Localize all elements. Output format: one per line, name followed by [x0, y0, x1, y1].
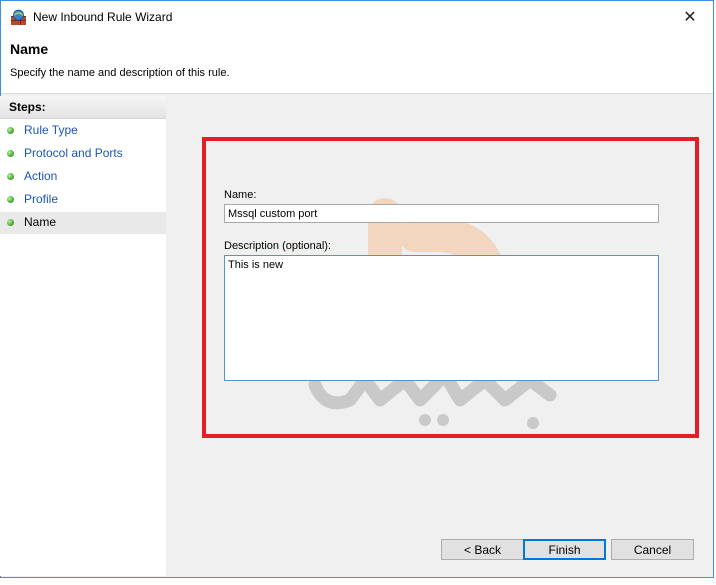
step-label: Protocol and Ports: [24, 146, 123, 160]
close-icon: ✕: [683, 9, 697, 26]
step-label: Profile: [24, 192, 59, 206]
green-dot-icon: [7, 173, 14, 180]
name-field-label: Name:: [224, 189, 257, 201]
green-dot-icon: [7, 219, 14, 226]
page-subtitle: Specify the name and description of this…: [10, 67, 230, 79]
name-input[interactable]: [224, 204, 659, 223]
step-protocol-and-ports[interactable]: Protocol and Ports: [0, 143, 166, 165]
step-name[interactable]: Name: [0, 212, 166, 234]
close-button[interactable]: ✕: [667, 1, 713, 33]
step-label: Name: [24, 215, 57, 229]
green-dot-icon: [7, 196, 14, 203]
step-rule-type[interactable]: Rule Type: [0, 120, 166, 142]
steps-heading-label: Steps:: [9, 100, 46, 114]
description-field-label: Description (optional):: [224, 240, 331, 252]
window-title: New Inbound Rule Wizard: [33, 10, 173, 24]
description-textarea[interactable]: This is new: [224, 255, 659, 381]
finish-button[interactable]: Finish: [523, 539, 606, 560]
cancel-button[interactable]: Cancel: [611, 539, 694, 560]
step-profile[interactable]: Profile: [0, 189, 166, 211]
step-action[interactable]: Action: [0, 166, 166, 188]
firewall-icon: [11, 9, 26, 25]
green-dot-icon: [7, 127, 14, 134]
page-title: Name: [10, 41, 49, 57]
step-label: Rule Type: [24, 123, 78, 137]
title-bar[interactable]: New Inbound Rule Wizard ✕: [1, 1, 713, 33]
steps-panel: Steps: Rule Type Protocol and Ports Acti…: [0, 96, 166, 576]
back-button[interactable]: < Back: [441, 539, 524, 560]
green-dot-icon: [7, 150, 14, 157]
step-label: Action: [24, 169, 58, 183]
wizard-header: Name Specify the name and description of…: [1, 33, 713, 94]
steps-heading: Steps:: [0, 96, 166, 119]
